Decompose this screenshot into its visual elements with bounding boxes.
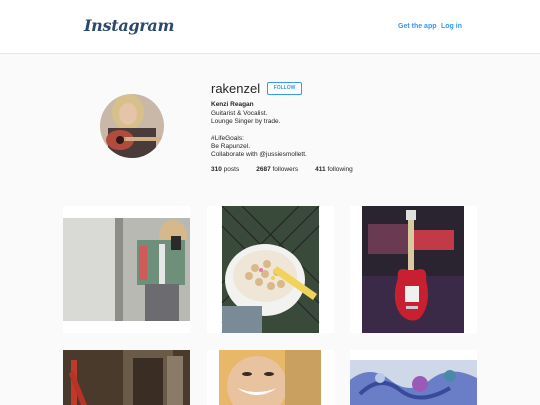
avatar-photo-icon — [100, 94, 164, 158]
profile-bio: Guitarist & Vocalist. Lounge Singer by t… — [211, 110, 307, 159]
post-image-blue-art — [350, 350, 477, 405]
followers-stat[interactable]: 2687 followers — [256, 166, 298, 173]
follow-button[interactable]: FOLLOW — [267, 82, 302, 95]
post-thumbnail[interactable] — [207, 206, 334, 333]
post-thumbnail[interactable] — [63, 206, 190, 333]
get-the-app-link[interactable]: Get the app — [398, 23, 437, 30]
followers-count: 2687 — [256, 166, 271, 173]
log-in-link[interactable]: Log in — [441, 23, 462, 30]
profile-stats: 310 posts 2687 followers 411 following — [211, 166, 353, 173]
posts-count: 310 — [211, 166, 222, 173]
post-image-mirror-selfie — [63, 206, 190, 333]
posts-label: posts — [223, 166, 240, 173]
profile-username: rakenzel — [211, 81, 261, 96]
post-image-cereal-bowl — [207, 206, 334, 333]
post-thumbnail[interactable] — [350, 206, 477, 333]
posts-stat: 310 posts — [211, 166, 239, 173]
post-thumbnail[interactable] — [350, 350, 477, 405]
post-image-red-guitar — [350, 206, 477, 333]
top-navigation-bar: Instagram Get the app Log in — [0, 0, 540, 54]
post-thumbnail[interactable] — [207, 350, 334, 405]
followers-label: followers — [272, 166, 299, 173]
post-image-guitar-room — [63, 350, 190, 405]
instagram-logo[interactable]: Instagram — [84, 16, 174, 35]
profile-full-name: Kenzi Reagan — [211, 101, 254, 108]
profile-avatar[interactable] — [100, 94, 164, 158]
post-thumbnail[interactable] — [63, 350, 190, 405]
following-count: 411 — [315, 166, 326, 173]
post-image-smiling-face — [207, 350, 334, 405]
following-stat[interactable]: 411 following — [315, 166, 353, 173]
following-label: following — [327, 166, 353, 173]
